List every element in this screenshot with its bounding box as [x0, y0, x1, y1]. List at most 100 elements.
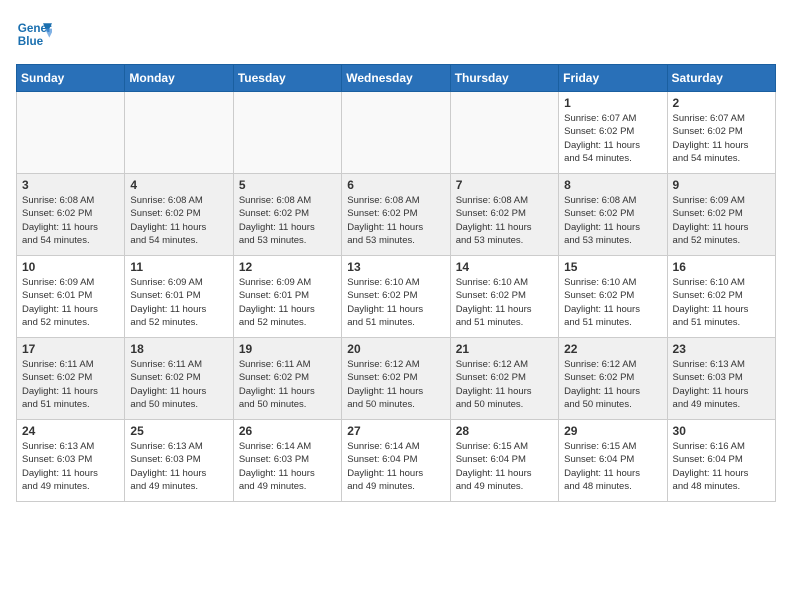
day-info: Sunrise: 6:10 AM Sunset: 6:02 PM Dayligh…	[673, 276, 770, 329]
calendar-cell: 21Sunrise: 6:12 AM Sunset: 6:02 PM Dayli…	[450, 338, 558, 420]
calendar-cell	[342, 92, 450, 174]
day-info: Sunrise: 6:11 AM Sunset: 6:02 PM Dayligh…	[22, 358, 119, 411]
calendar-cell: 6 Sunrise: 6:08 AM Sunset: 6:02 PM Daylig…	[342, 174, 450, 256]
day-info: Sunrise: 6:15 AM Sunset: 6:04 PM Dayligh…	[564, 440, 661, 493]
calendar-cell: 1Sunrise: 6:07 AM Sunset: 6:02 PM Daylig…	[559, 92, 667, 174]
day-info: Sunrise: 6:11 AM Sunset: 6:02 PM Dayligh…	[130, 358, 227, 411]
day-number: 23	[673, 342, 770, 356]
weekday-header-monday: Monday	[125, 65, 233, 92]
calendar-cell	[125, 92, 233, 174]
day-info: Sunrise: 6:07 AM Sunset: 6:02 PM Dayligh…	[673, 112, 770, 165]
day-info: Sunrise: 6:13 AM Sunset: 6:03 PM Dayligh…	[673, 358, 770, 411]
weekday-header-row: SundayMondayTuesdayWednesdayThursdayFrid…	[17, 65, 776, 92]
page-header: General Blue	[16, 16, 776, 52]
calendar-cell: 28Sunrise: 6:15 AM Sunset: 6:04 PM Dayli…	[450, 420, 558, 502]
day-number: 4	[130, 178, 227, 192]
calendar-cell: 11 Sunrise: 6:09 AM Sunset: 6:01 PM Dayli…	[125, 256, 233, 338]
day-info: Sunrise: 6:11 AM Sunset: 6:02 PM Dayligh…	[239, 358, 336, 411]
day-number: 7	[456, 178, 553, 192]
calendar-cell: 25Sunrise: 6:13 AM Sunset: 6:03 PM Dayli…	[125, 420, 233, 502]
calendar-cell: 30 Sunrise: 6:16 AM Sunset: 6:04 PM Dayli…	[667, 420, 775, 502]
day-number: 2	[673, 96, 770, 110]
calendar-cell: 8 Sunrise: 6:08 AM Sunset: 6:02 PM Daylig…	[559, 174, 667, 256]
day-info: Sunrise: 6:14 AM Sunset: 6:03 PM Dayligh…	[239, 440, 336, 493]
weekday-header-friday: Friday	[559, 65, 667, 92]
calendar-cell: 4Sunrise: 6:08 AM Sunset: 6:02 PM Daylig…	[125, 174, 233, 256]
calendar-cell: 16 Sunrise: 6:10 AM Sunset: 6:02 PM Dayli…	[667, 256, 775, 338]
day-number: 13	[347, 260, 444, 274]
day-info: Sunrise: 6:09 AM Sunset: 6:01 PM Dayligh…	[22, 276, 119, 329]
day-number: 6	[347, 178, 444, 192]
calendar-cell: 17 Sunrise: 6:11 AM Sunset: 6:02 PM Dayli…	[17, 338, 125, 420]
day-info: Sunrise: 6:07 AM Sunset: 6:02 PM Dayligh…	[564, 112, 661, 165]
calendar-week-5: 24 Sunrise: 6:13 AM Sunset: 6:03 PM Dayli…	[17, 420, 776, 502]
day-number: 12	[239, 260, 336, 274]
logo-icon: General Blue	[16, 16, 52, 52]
day-info: Sunrise: 6:08 AM Sunset: 6:02 PM Dayligh…	[22, 194, 119, 247]
day-info: Sunrise: 6:10 AM Sunset: 6:02 PM Dayligh…	[564, 276, 661, 329]
calendar-cell: 7 Sunrise: 6:08 AM Sunset: 6:02 PM Daylig…	[450, 174, 558, 256]
calendar-cell	[233, 92, 341, 174]
calendar-cell: 20 Sunrise: 6:12 AM Sunset: 6:02 PM Dayli…	[342, 338, 450, 420]
calendar-cell: 13 Sunrise: 6:10 AM Sunset: 6:02 PM Dayli…	[342, 256, 450, 338]
day-number: 14	[456, 260, 553, 274]
svg-text:Blue: Blue	[18, 35, 44, 48]
day-info: Sunrise: 6:08 AM Sunset: 6:02 PM Dayligh…	[347, 194, 444, 247]
weekday-header-wednesday: Wednesday	[342, 65, 450, 92]
calendar-cell: 5 Sunrise: 6:08 AM Sunset: 6:02 PM Daylig…	[233, 174, 341, 256]
calendar-cell: 2 Sunrise: 6:07 AM Sunset: 6:02 PM Daylig…	[667, 92, 775, 174]
day-info: Sunrise: 6:10 AM Sunset: 6:02 PM Dayligh…	[347, 276, 444, 329]
calendar-cell: 24 Sunrise: 6:13 AM Sunset: 6:03 PM Dayli…	[17, 420, 125, 502]
day-info: Sunrise: 6:08 AM Sunset: 6:02 PM Dayligh…	[456, 194, 553, 247]
day-info: Sunrise: 6:10 AM Sunset: 6:02 PM Dayligh…	[456, 276, 553, 329]
day-info: Sunrise: 6:14 AM Sunset: 6:04 PM Dayligh…	[347, 440, 444, 493]
calendar-cell: 22 Sunrise: 6:12 AM Sunset: 6:02 PM Dayli…	[559, 338, 667, 420]
day-number: 17	[22, 342, 119, 356]
logo: General Blue	[16, 16, 52, 52]
day-number: 20	[347, 342, 444, 356]
day-number: 28	[456, 424, 553, 438]
calendar-cell: 3 Sunrise: 6:08 AM Sunset: 6:02 PM Daylig…	[17, 174, 125, 256]
day-info: Sunrise: 6:12 AM Sunset: 6:02 PM Dayligh…	[564, 358, 661, 411]
day-number: 21	[456, 342, 553, 356]
day-info: Sunrise: 6:09 AM Sunset: 6:01 PM Dayligh…	[130, 276, 227, 329]
day-number: 8	[564, 178, 661, 192]
day-number: 29	[564, 424, 661, 438]
day-info: Sunrise: 6:16 AM Sunset: 6:04 PM Dayligh…	[673, 440, 770, 493]
day-info: Sunrise: 6:09 AM Sunset: 6:01 PM Dayligh…	[239, 276, 336, 329]
day-info: Sunrise: 6:12 AM Sunset: 6:02 PM Dayligh…	[347, 358, 444, 411]
calendar-cell: 15 Sunrise: 6:10 AM Sunset: 6:02 PM Dayli…	[559, 256, 667, 338]
day-number: 16	[673, 260, 770, 274]
day-number: 26	[239, 424, 336, 438]
weekday-header-thursday: Thursday	[450, 65, 558, 92]
day-number: 5	[239, 178, 336, 192]
day-number: 10	[22, 260, 119, 274]
day-number: 25	[130, 424, 227, 438]
calendar-cell	[17, 92, 125, 174]
weekday-header-tuesday: Tuesday	[233, 65, 341, 92]
weekday-header-sunday: Sunday	[17, 65, 125, 92]
calendar-cell: 26 Sunrise: 6:14 AM Sunset: 6:03 PM Dayli…	[233, 420, 341, 502]
day-info: Sunrise: 6:08 AM Sunset: 6:02 PM Dayligh…	[564, 194, 661, 247]
day-number: 19	[239, 342, 336, 356]
day-number: 22	[564, 342, 661, 356]
calendar-cell: 27 Sunrise: 6:14 AM Sunset: 6:04 PM Dayli…	[342, 420, 450, 502]
calendar-week-1: 1Sunrise: 6:07 AM Sunset: 6:02 PM Daylig…	[17, 92, 776, 174]
weekday-header-saturday: Saturday	[667, 65, 775, 92]
day-number: 27	[347, 424, 444, 438]
calendar-cell: 23 Sunrise: 6:13 AM Sunset: 6:03 PM Dayli…	[667, 338, 775, 420]
day-info: Sunrise: 6:08 AM Sunset: 6:02 PM Dayligh…	[239, 194, 336, 247]
day-number: 30	[673, 424, 770, 438]
day-number: 11	[130, 260, 227, 274]
day-info: Sunrise: 6:09 AM Sunset: 6:02 PM Dayligh…	[673, 194, 770, 247]
calendar-cell: 19 Sunrise: 6:11 AM Sunset: 6:02 PM Dayli…	[233, 338, 341, 420]
calendar-week-2: 3 Sunrise: 6:08 AM Sunset: 6:02 PM Daylig…	[17, 174, 776, 256]
day-info: Sunrise: 6:13 AM Sunset: 6:03 PM Dayligh…	[22, 440, 119, 493]
day-number: 18	[130, 342, 227, 356]
calendar-cell	[450, 92, 558, 174]
calendar-cell: 14 Sunrise: 6:10 AM Sunset: 6:02 PM Dayli…	[450, 256, 558, 338]
day-number: 24	[22, 424, 119, 438]
calendar-table: SundayMondayTuesdayWednesdayThursdayFrid…	[16, 64, 776, 502]
day-number: 3	[22, 178, 119, 192]
day-number: 15	[564, 260, 661, 274]
